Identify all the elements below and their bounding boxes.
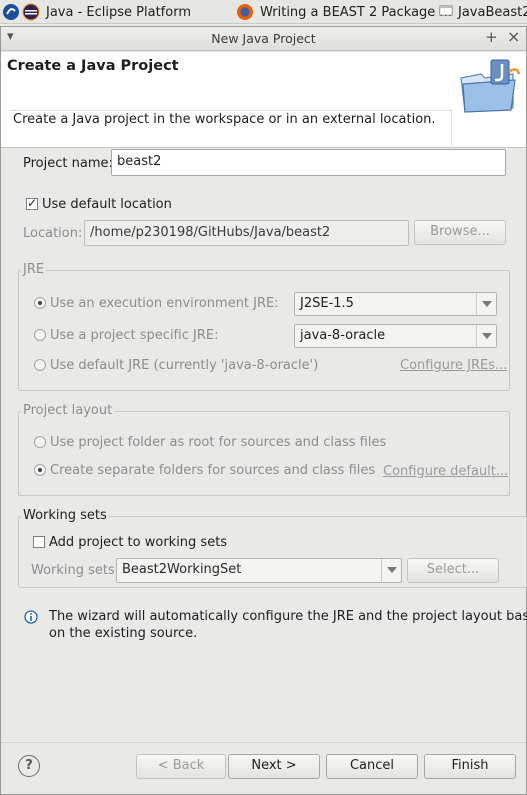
taskbar-item-firefox-label: Writing a BEAST 2 Package ... [260,4,452,20]
cancel-button[interactable]: Cancel [326,754,418,779]
next-button[interactable]: Next > [228,754,320,779]
working-sets-value: Beast2WorkingSet [122,562,242,577]
project-name-label-text: Project name: [23,156,113,171]
back-button[interactable]: < Back [136,754,226,779]
project-name-input[interactable]: beast2 [111,149,506,176]
chevron-down-icon [476,293,496,315]
app-launcher-icon [3,4,19,20]
taskbar-item-firefox[interactable]: Writing a BEAST 2 Package ... [236,0,452,23]
project-folder-root-label: Use project folder as root for sources a… [50,435,387,450]
window-icon [439,5,453,16]
configure-jres-link[interactable]: Configure JREs... [400,358,507,373]
java-project-wizard-icon [460,59,521,113]
project-specific-jre-label: Use a project specific JRE: [50,328,219,343]
taskbar-app-menu[interactable] [2,0,24,23]
default-jre-label: Use default JRE (currently 'java-8-oracl… [50,358,319,373]
close-icon[interactable]: × [507,27,520,46]
browse-button[interactable]: Browse... [414,220,506,245]
working-sets-group-title: Working sets [21,508,109,523]
title-bar: ▾ New Java Project + × [1,27,526,51]
page-description: Create a Java project in the workspace o… [13,112,436,127]
info-message-line-1: The wizard will automatically configure … [49,609,527,624]
new-java-project-dialog: ▾ New Java Project + × Create a Java Pro… [0,26,527,795]
info-icon [24,610,38,624]
eclipse-icon [22,3,40,21]
select-working-sets-button[interactable]: Select... [407,558,499,583]
footer-divider [1,742,526,743]
execution-environment-radio[interactable] [34,297,46,309]
taskbar-item-eclipse[interactable]: Java - Eclipse Platform [22,0,191,23]
project-specific-jre-value: java-8-oracle [300,328,386,343]
working-sets-label: Working sets: [31,563,120,578]
project-folder-root-radio[interactable] [34,436,46,448]
wizard-banner: Create a Java Project Create a Java proj… [1,52,526,148]
location-input[interactable]: /home/p230198/GitHubs/Java/beast2 [84,220,409,246]
jre-group-title: JRE [21,262,47,277]
separate-folders-label: Create separate folders for sources and … [50,463,376,478]
execution-environment-label: Use an execution environment JRE: [50,296,279,311]
execution-environment-value: J2SE-1.5 [300,296,354,311]
project-layout-group [18,411,510,496]
chevron-down-icon [381,559,401,582]
project-layout-group-title: Project layout [21,403,115,418]
maximize-icon[interactable]: + [485,28,498,46]
window-title: New Java Project [211,31,316,46]
configure-default-link[interactable]: Configure default... [383,464,508,479]
page-title: Create a Java Project [7,58,179,74]
add-to-working-sets-checkbox[interactable] [33,536,45,548]
separate-folders-radio[interactable] [34,464,46,476]
working-sets-select[interactable]: Beast2WorkingSet [116,558,402,583]
finish-button[interactable]: Finish [424,754,516,779]
info-message-line-2: on the existing source. [49,626,198,641]
default-jre-radio[interactable] [34,359,46,371]
add-to-working-sets-label: Add project to working sets [49,535,228,550]
taskbar: Java - Eclipse Platform Writing a BEAST … [0,0,527,24]
taskbar-item-javabeast[interactable]: JavaBeast2g [438,0,527,23]
help-icon[interactable]: ? [18,755,40,777]
project-specific-jre-select[interactable]: java-8-oracle [294,324,497,348]
chevron-down-icon [476,325,496,347]
project-specific-jre-radio[interactable] [34,329,46,341]
taskbar-item-eclipse-label: Java - Eclipse Platform [46,4,191,20]
execution-environment-select[interactable]: J2SE-1.5 [294,292,497,316]
taskbar-item-javabeast-label: JavaBeast2g [458,4,527,20]
project-name-label: Project name: [23,156,113,171]
use-default-location-checkbox[interactable] [26,196,38,210]
location-label: Location: [23,226,83,241]
use-default-location-label: Use default location [42,197,172,212]
firefox-icon [237,4,253,20]
